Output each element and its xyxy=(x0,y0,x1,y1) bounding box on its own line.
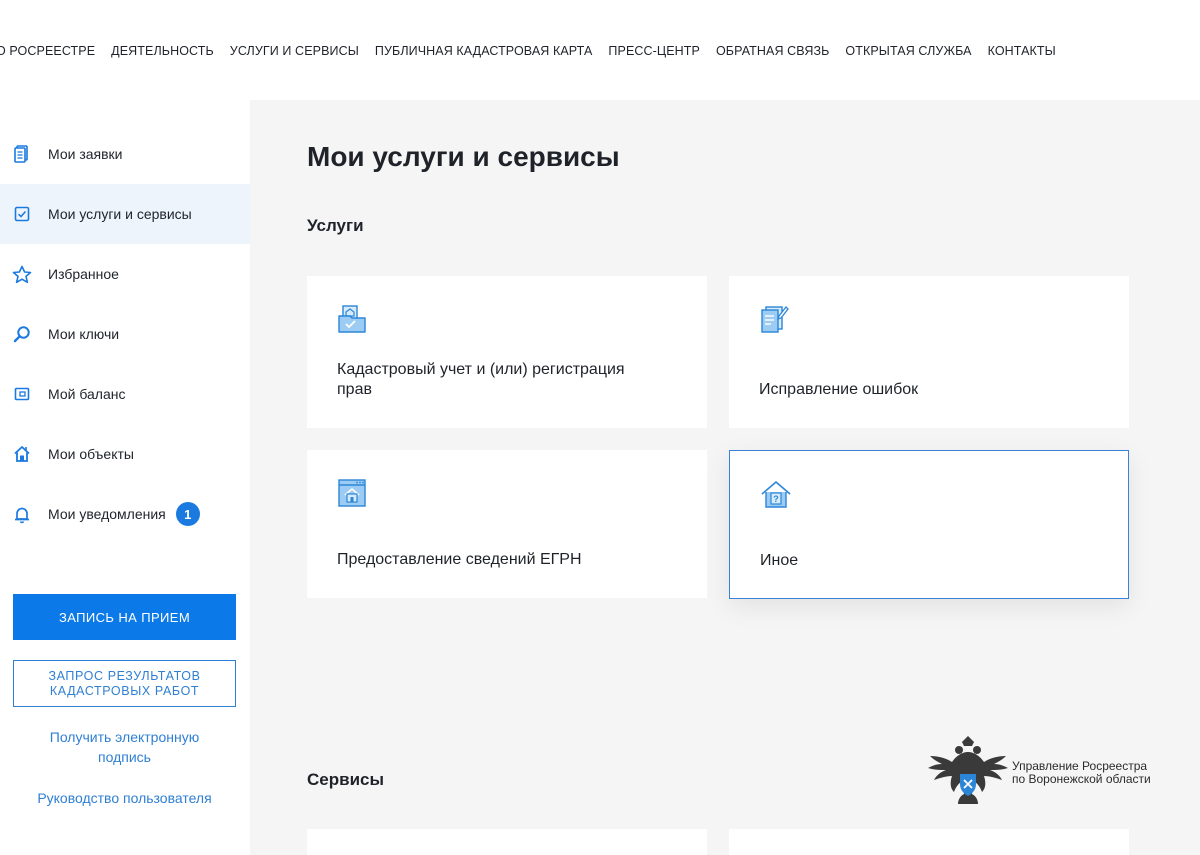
sidebar-item-label: Мои объекты xyxy=(48,446,134,462)
sidebar-item-objects[interactable]: Мои объекты xyxy=(0,424,250,484)
sidebar-item-label: Избранное xyxy=(48,266,119,282)
card-title: Иное xyxy=(760,552,799,569)
document-edit-icon xyxy=(759,304,789,334)
tools-heading: Сервисы xyxy=(307,770,384,789)
sidebar-item-notifications[interactable]: Мои уведомления 1 xyxy=(0,484,250,544)
signature-link-line2: подпись xyxy=(98,749,151,765)
star-icon xyxy=(12,264,32,284)
signature-link-line1: Получить электронную xyxy=(49,729,200,745)
sidebar-item-keys[interactable]: Мои ключи xyxy=(0,304,250,364)
sidebar: Мои заявки Мои услуги и сервисы Избранно… xyxy=(0,124,250,544)
sidebar-item-label: Мои уведомления xyxy=(48,506,166,522)
cadastral-results-request-button[interactable]: ЗАПРОС РЕЗУЛЬТАТОВ КАДАСТРОВЫХ РАБОТ xyxy=(13,660,236,707)
card-title: Кадастровый учет и (или) регистрация пра… xyxy=(337,360,677,400)
tool-card[interactable] xyxy=(729,829,1129,855)
service-card-cadastral-registration[interactable]: Кадастровый учет и (или) регистрация пра… xyxy=(307,276,707,428)
nav-public-map[interactable]: ПУБЛИЧНАЯ КАДАСТРОВАЯ КАРТА xyxy=(375,44,593,58)
request-button-line2: КАДАСТРОВЫХ РАБОТ xyxy=(49,683,200,698)
search-icon xyxy=(12,324,32,344)
sidebar-item-balance[interactable]: Мой баланс xyxy=(0,364,250,424)
wallet-icon xyxy=(12,384,32,404)
notification-count-badge: 1 xyxy=(175,502,200,526)
svg-text:?: ? xyxy=(773,494,779,504)
nav-feedback[interactable]: ОБРАТНАЯ СВЯЗЬ xyxy=(716,44,829,58)
double-headed-eagle-icon xyxy=(928,736,1008,804)
card-title-line1: Кадастровый учет и (или) регистрация xyxy=(337,361,625,378)
sidebar-item-favorites[interactable]: Избранное xyxy=(0,244,250,304)
get-signature-link[interactable]: Получить электронную подпись xyxy=(13,727,236,767)
bell-icon xyxy=(12,504,32,524)
nav-activity[interactable]: ДЕЯТЕЛЬНОСТЬ xyxy=(111,44,214,58)
appointment-button[interactable]: ЗАПИСЬ НА ПРИЕМ xyxy=(13,594,236,640)
house-icon xyxy=(12,444,32,464)
egrn-window-icon xyxy=(337,478,367,508)
top-navigation: О РОСРЕЕСТРЕ ДЕЯТЕЛЬНОСТЬ УСЛУГИ И СЕРВИ… xyxy=(0,0,1200,100)
service-card-other[interactable]: ? Иное xyxy=(729,450,1129,599)
sidebar-item-applications[interactable]: Мои заявки xyxy=(0,124,250,184)
service-card-error-correction[interactable]: Исправление ошибок xyxy=(729,276,1129,428)
user-guide-link[interactable]: Руководство пользователя xyxy=(13,788,236,808)
nav-open-service[interactable]: ОТКРЫТАЯ СЛУЖБА xyxy=(845,44,971,58)
sidebar-item-label: Мои услуги и сервисы xyxy=(48,206,192,222)
card-title-line2: прав xyxy=(337,381,372,398)
request-button-line1: ЗАПРОС РЕЗУЛЬТАТОВ xyxy=(48,668,201,683)
logo-line2: по Воронежской области xyxy=(1012,772,1151,786)
nav-about[interactable]: О РОСРЕЕСТРЕ xyxy=(0,44,95,58)
logo-text: Управление Росреестра по Воронежской обл… xyxy=(1012,760,1151,786)
nav-contacts[interactable]: КОНТАКТЫ xyxy=(988,44,1056,58)
card-title: Исправление ошибок xyxy=(759,381,919,398)
nav-services[interactable]: УСЛУГИ И СЕРВИСЫ xyxy=(230,44,359,58)
service-card-egrn[interactable]: Предоставление сведений ЕГРН xyxy=(307,450,707,598)
sidebar-item-services[interactable]: Мои услуги и сервисы xyxy=(0,184,250,244)
tool-card[interactable] xyxy=(307,829,707,855)
document-list-icon xyxy=(12,144,32,164)
page-title: Мои услуги и сервисы xyxy=(307,141,620,172)
services-heading: Услуги xyxy=(307,216,364,235)
rosreestr-logo: Управление Росреестра по Воронежской обл… xyxy=(926,734,1151,812)
checkbox-icon xyxy=(12,204,32,224)
sidebar-item-label: Мои заявки xyxy=(48,146,123,162)
nav-press-center[interactable]: ПРЕСС-ЦЕНТР xyxy=(608,44,700,58)
sidebar-item-label: Мой баланс xyxy=(48,386,126,402)
cadastral-registration-icon xyxy=(337,304,367,334)
card-title: Предоставление сведений ЕГРН xyxy=(337,551,582,568)
sidebar-item-label: Мои ключи xyxy=(48,326,120,342)
house-question-icon: ? xyxy=(760,479,791,509)
